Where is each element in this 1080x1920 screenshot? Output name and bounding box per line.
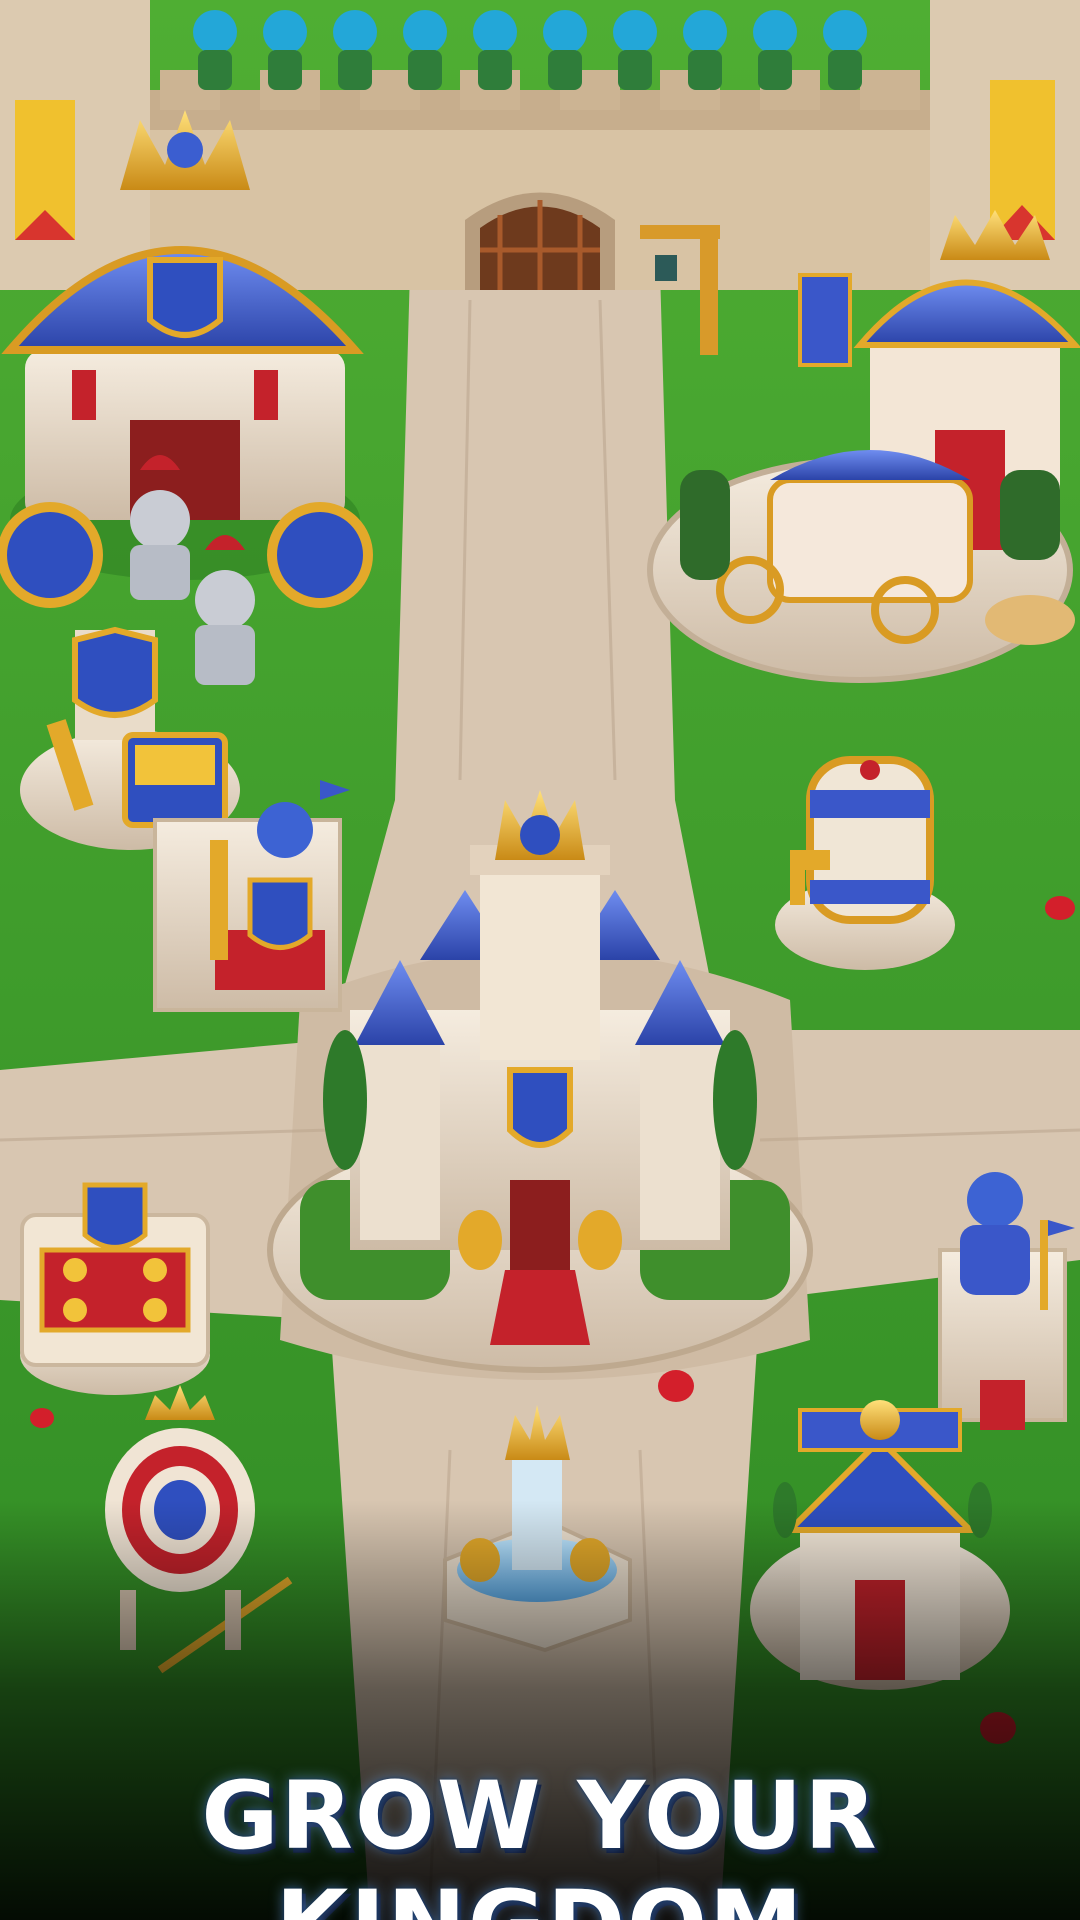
exchange-market[interactable] xyxy=(20,1182,210,1395)
game-scene: GROW YOUR KINGDOM xyxy=(0,0,1080,1920)
promo-headline: GROW YOUR KINGDOM xyxy=(201,1762,879,1920)
kingdom-map xyxy=(0,0,1080,1920)
